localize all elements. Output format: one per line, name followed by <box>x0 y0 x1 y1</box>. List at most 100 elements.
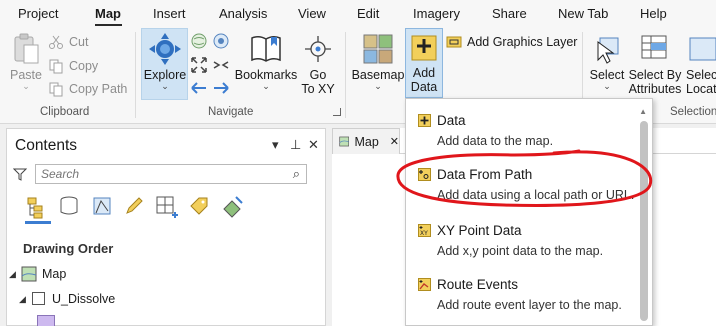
copy-path-icon <box>49 82 63 97</box>
copy-label: Copy <box>69 59 99 73</box>
tab-view[interactable]: View <box>298 6 326 21</box>
globe-icon[interactable] <box>190 32 208 50</box>
data-label: Data <box>410 80 438 94</box>
copy-path-button[interactable]: Copy Path <box>48 79 127 99</box>
map-tree-item[interactable]: Map <box>42 267 66 281</box>
graphics-layer-icon <box>446 36 462 48</box>
add-data-icon <box>411 35 437 61</box>
menu-item-title: Data From Path <box>437 167 533 182</box>
clipboard-group-label: Clipboard <box>40 106 90 118</box>
list-by-perspective-imagery-icon[interactable] <box>220 195 244 219</box>
menu-item-title: Data <box>437 113 466 128</box>
list-by-drawing-order-icon[interactable] <box>25 195 49 219</box>
chevron-down-icon: ⌄ <box>262 81 270 91</box>
add-data-button[interactable]: Add Data ⌄ <box>405 30 443 103</box>
copy-icon <box>49 59 63 74</box>
go-label: Go <box>309 68 327 82</box>
data-from-path-icon <box>418 168 431 181</box>
pin-icon[interactable]: ⊥ <box>290 137 301 153</box>
layer-visibility-checkbox[interactable] <box>32 292 45 305</box>
map-tab-label: Map <box>354 134 379 149</box>
group-divider <box>345 32 346 118</box>
menu-item-data[interactable]: Data Add data to the map. <box>418 113 638 148</box>
navigate-group-label: Navigate <box>208 106 254 118</box>
go-to-xy-button[interactable]: Go To XY <box>300 32 336 96</box>
tab-project[interactable]: Project <box>18 6 58 21</box>
tab-insert[interactable]: Insert <box>153 6 186 21</box>
scroll-up-icon[interactable]: ▲ <box>639 107 647 116</box>
close-icon[interactable]: ✕ <box>308 137 319 153</box>
search-icon[interactable]: ⌕ <box>293 166 300 182</box>
xy-point-data-icon: XY <box>418 224 431 237</box>
route-events-icon <box>418 278 431 291</box>
layer-tree-item[interactable]: U_Dissolve <box>52 292 115 306</box>
menu-item-data-from-path[interactable]: Data From Path Add data using a local pa… <box>418 167 638 202</box>
select-by-location-button[interactable]: Select Locat <box>686 32 716 96</box>
menu-item-xy-point-data[interactable]: XY XY Point Data Add x,y point data to t… <box>418 223 638 258</box>
chevron-down-icon: ⌄ <box>374 81 382 91</box>
tab-share[interactable]: Share <box>492 6 527 21</box>
menu-item-route-events[interactable]: Route Events Add route event layer to th… <box>418 277 638 312</box>
paste-button[interactable]: Paste ⌄ <box>8 32 44 91</box>
chevron-down-icon: ⌄ <box>22 81 30 91</box>
add-label: Add <box>412 66 436 80</box>
to-xy-label: To XY <box>301 82 335 96</box>
menu-bar: Project Map Insert Analysis View Edit Im… <box>0 0 716 28</box>
location-label: Locat <box>686 82 716 96</box>
menu-item-description: Add x,y point data to the map. <box>437 244 604 258</box>
expand-map-icon[interactable]: ◢ <box>9 269 16 280</box>
basemap-button[interactable]: Basemap ⌄ <box>352 32 404 91</box>
selection-group-label: Selection <box>670 106 716 118</box>
list-by-snapping-icon[interactable] <box>155 195 179 219</box>
add-graphics-layer-button[interactable]: Add Graphics Layer <box>446 32 577 52</box>
menu-scrollbar[interactable] <box>640 121 648 321</box>
explore-icon <box>149 33 181 65</box>
cut-button[interactable]: Cut <box>48 32 88 52</box>
menu-item-description: Add route event layer to the map. <box>437 298 622 312</box>
close-icon[interactable]: ✕ <box>390 135 399 148</box>
copy-button[interactable]: Copy <box>48 56 98 76</box>
contents-title: Contents <box>15 137 78 154</box>
fixed-zoom-icon[interactable] <box>190 56 230 74</box>
search-input[interactable] <box>36 165 276 183</box>
tab-map[interactable]: Map <box>95 6 121 21</box>
explore-button[interactable]: Explore ⌄ <box>143 32 187 91</box>
cut-label: Cut <box>69 35 89 49</box>
tab-new-tab[interactable]: New Tab <box>558 6 608 21</box>
list-by-labeling-icon[interactable] <box>188 195 210 217</box>
tab-imagery[interactable]: Imagery <box>413 6 460 21</box>
bookmarks-icon <box>251 35 281 62</box>
copy-path-label: Copy Path <box>69 82 128 96</box>
select-label: Select <box>589 68 625 82</box>
list-by-data-source-icon[interactable] <box>58 195 80 217</box>
contents-pane: Contents ▾ ⊥ ✕ ⌕ Drawing Order ◢ Map ◢ U… <box>6 128 326 326</box>
select-icon <box>597 37 619 64</box>
menu-item-description: Add data using a local path or URL. <box>437 188 635 202</box>
select-by-attributes-icon <box>641 35 667 59</box>
paste-icon <box>14 33 39 64</box>
map-view-tab[interactable]: Map ✕ <box>332 128 400 154</box>
add-graphics-layer-label: Add Graphics Layer <box>467 35 578 49</box>
drawing-order-heading: Drawing Order <box>23 241 114 256</box>
select-by-attributes-button[interactable]: Select By Attributes <box>627 32 683 96</box>
bookmarks-button[interactable]: Bookmarks ⌄ <box>234 32 298 91</box>
full-extent-icon[interactable] <box>212 32 230 50</box>
list-by-editing-icon[interactable] <box>123 195 145 217</box>
dialog-launcher-icon[interactable] <box>333 108 341 116</box>
previous-next-extent-icon[interactable] <box>190 80 230 96</box>
map-tab-icon <box>339 136 350 147</box>
filter-icon[interactable] <box>13 167 27 181</box>
tab-edit[interactable]: Edit <box>357 6 379 21</box>
search-field[interactable]: ⌕ <box>35 164 307 184</box>
svg-text:XY: XY <box>420 230 428 237</box>
select-button[interactable]: Select ⌄ <box>588 32 626 91</box>
tab-help[interactable]: Help <box>640 6 667 21</box>
chevron-down-icon[interactable]: ▾ <box>272 137 279 153</box>
list-by-selection-icon[interactable] <box>91 195 113 217</box>
chevron-down-icon: ⌄ <box>603 81 611 91</box>
expand-layer-icon[interactable]: ◢ <box>19 294 26 305</box>
select-by-label: Select By <box>628 68 682 82</box>
map-icon <box>21 266 37 282</box>
layer-symbol-swatch <box>37 315 55 326</box>
tab-analysis[interactable]: Analysis <box>219 6 267 21</box>
